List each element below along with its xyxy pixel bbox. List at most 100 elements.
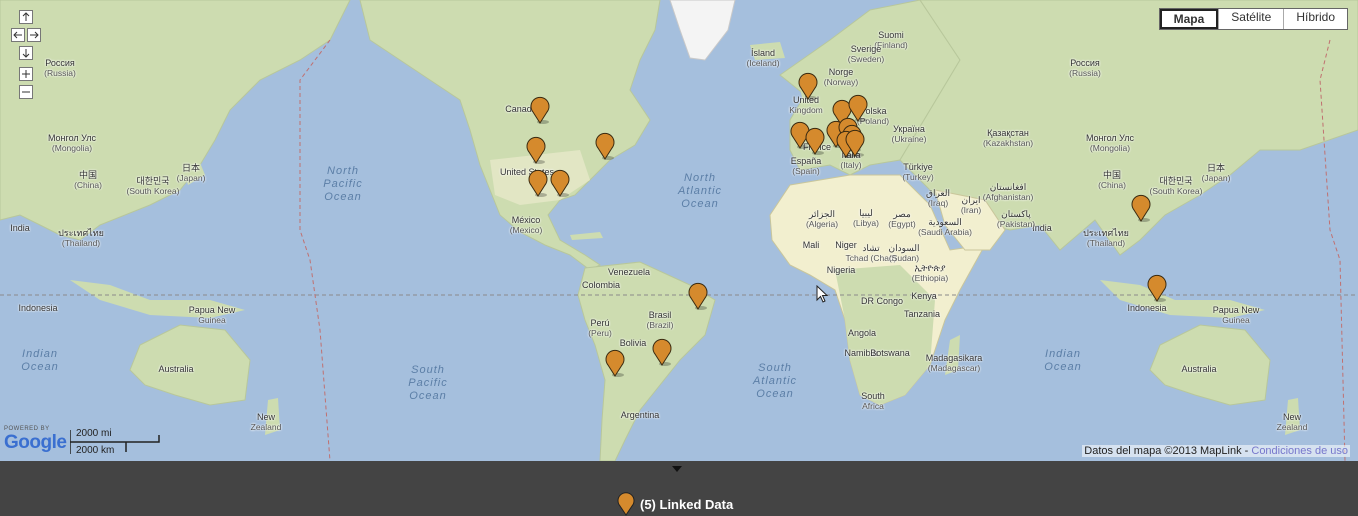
place-label: Nigeria xyxy=(827,265,856,275)
place-label: Sverige (Sweden) xyxy=(848,44,884,64)
map-marker[interactable] xyxy=(797,72,819,100)
place-label: ኢትዮጵያ (Ethiopia) xyxy=(912,263,948,283)
place-label: 日本 (Japan) xyxy=(177,163,206,183)
place-name-translation: (Brazil) xyxy=(646,320,674,330)
place-name-translation: (Thailand) xyxy=(1086,238,1126,248)
place-label: Colombia xyxy=(582,280,620,290)
place-name: Tanzania xyxy=(903,309,941,319)
map-marker[interactable] xyxy=(594,132,616,160)
place-label: افغانستان (Afghanistan) xyxy=(983,182,1034,202)
map-marker[interactable] xyxy=(527,169,549,197)
place-name: México xyxy=(511,215,541,225)
place-name-translation: (Pakistan) xyxy=(996,219,1036,229)
place-name-translation: Africa xyxy=(862,401,884,411)
place-label: Papua New Guinea xyxy=(1213,305,1260,325)
place-label: New Zealand xyxy=(1277,412,1308,432)
place-name: New xyxy=(1282,412,1301,422)
place-label: 대한민국 (South Korea) xyxy=(127,176,180,196)
place-label: Türkiye (Turkey) xyxy=(902,162,933,182)
place-name-translation: (Russia) xyxy=(44,68,76,78)
place-name: Australia xyxy=(158,364,194,374)
place-label: México (Mexico) xyxy=(510,215,543,235)
place-label: ประเทศไทย (Thailand) xyxy=(58,228,104,248)
scale-bar: 2000 mi 2000 km xyxy=(70,428,160,456)
place-name-translation: (Thailand) xyxy=(61,238,101,248)
map-type-satelite-button[interactable]: Satélite xyxy=(1218,9,1283,29)
place-name: Colombia xyxy=(581,280,621,290)
place-name-translation: (Spain) xyxy=(792,166,820,176)
arrow-left-icon xyxy=(13,31,22,39)
place-name: مصر xyxy=(893,209,911,219)
legend-item[interactable]: (5) Linked Data xyxy=(616,492,733,516)
place-label: Angola xyxy=(848,328,876,338)
place-name: ایران xyxy=(961,195,981,205)
pan-right-button[interactable] xyxy=(27,28,41,42)
map-marker[interactable] xyxy=(1146,274,1168,302)
place-name: DR Congo xyxy=(860,296,904,306)
place-label: Madagasikara (Madagascar) xyxy=(926,353,983,373)
place-name: Қазақстан xyxy=(987,128,1029,138)
place-name: ليبيا xyxy=(859,208,873,218)
ocean-label: North Atlantic Ocean xyxy=(677,172,723,210)
place-label: España (Spain) xyxy=(791,156,822,176)
place-name: Mali xyxy=(802,240,820,250)
place-name-translation: (Mongolia) xyxy=(1089,143,1131,153)
place-name: تشاد xyxy=(862,243,880,253)
map-type-hibrido-button[interactable]: Híbrido xyxy=(1283,9,1347,29)
place-label: India xyxy=(10,223,30,233)
map-marker[interactable] xyxy=(529,96,551,124)
place-label: ประเทศไทย (Thailand) xyxy=(1083,228,1129,248)
place-label: Perú (Peru) xyxy=(588,318,612,338)
map-marker[interactable] xyxy=(844,129,866,157)
place-name-translation: (Mongolia) xyxy=(51,143,93,153)
place-label: Kenya xyxy=(911,291,937,301)
place-name-translation: (Iraq) xyxy=(927,198,949,208)
place-name-translation: (Mexico) xyxy=(509,225,543,235)
place-label: Botswana xyxy=(870,348,910,358)
map-marker[interactable] xyxy=(687,282,709,310)
place-name: ประเทศไทย xyxy=(58,228,104,238)
place-name-translation: (Turkey) xyxy=(902,172,934,182)
zoom-out-button[interactable] xyxy=(19,85,33,99)
attribution-text: Datos del mapa ©2013 MapLink - xyxy=(1084,445,1252,457)
place-name: پاکستان xyxy=(1001,209,1031,219)
place-name: Australia xyxy=(1181,364,1217,374)
place-name: Россия xyxy=(1070,58,1100,68)
pan-left-button[interactable] xyxy=(11,28,25,42)
place-name-translation: (Sweden) xyxy=(847,54,885,64)
map-canvas[interactable]: North Pacific Ocean North Atlantic Ocean South… xyxy=(0,0,1358,461)
terms-of-use-link[interactable]: Condiciones de uso xyxy=(1251,445,1348,457)
place-label: Україна (Ukraine) xyxy=(892,124,927,144)
place-label: السودان (Sudan) xyxy=(888,243,919,263)
map-type-mapa-button[interactable]: Mapa xyxy=(1159,9,1219,29)
map-marker[interactable] xyxy=(804,127,826,155)
map-marker[interactable] xyxy=(651,338,673,366)
map-marker[interactable] xyxy=(549,169,571,197)
place-name: India xyxy=(1032,223,1052,233)
place-label: Қазақстан (Kazakhstan) xyxy=(983,128,1033,148)
place-name: Україна xyxy=(893,124,925,134)
place-name-translation: Guinea xyxy=(198,315,226,325)
place-label: 日本 (Japan) xyxy=(1202,163,1231,183)
place-name: Brasil xyxy=(648,310,672,320)
google-logo[interactable]: POWERED BY Google xyxy=(4,426,67,453)
place-name: New xyxy=(256,412,275,422)
place-label: مصر (Egypt) xyxy=(888,209,915,229)
pan-up-button[interactable] xyxy=(19,10,33,24)
map-marker[interactable] xyxy=(525,136,547,164)
collapse-arrow-icon[interactable] xyxy=(672,466,682,472)
ocean-label: Indian Ocean xyxy=(21,348,59,373)
place-label: Indonesia xyxy=(1127,303,1166,313)
zoom-in-button[interactable] xyxy=(19,67,33,81)
place-name-translation: (Italy) xyxy=(840,160,862,170)
place-name: Suomi xyxy=(878,30,904,40)
place-name: 대한민국 xyxy=(1159,176,1193,186)
place-name: Botswana xyxy=(870,348,910,358)
place-name: Türkiye xyxy=(903,162,933,172)
map-marker[interactable] xyxy=(1130,194,1152,222)
pan-down-button[interactable] xyxy=(19,46,33,60)
place-label: Tanzania xyxy=(904,309,940,319)
map-marker[interactable] xyxy=(604,349,626,377)
place-label: Bolivia xyxy=(620,338,647,348)
place-label: العراق (Iraq) xyxy=(926,188,950,208)
